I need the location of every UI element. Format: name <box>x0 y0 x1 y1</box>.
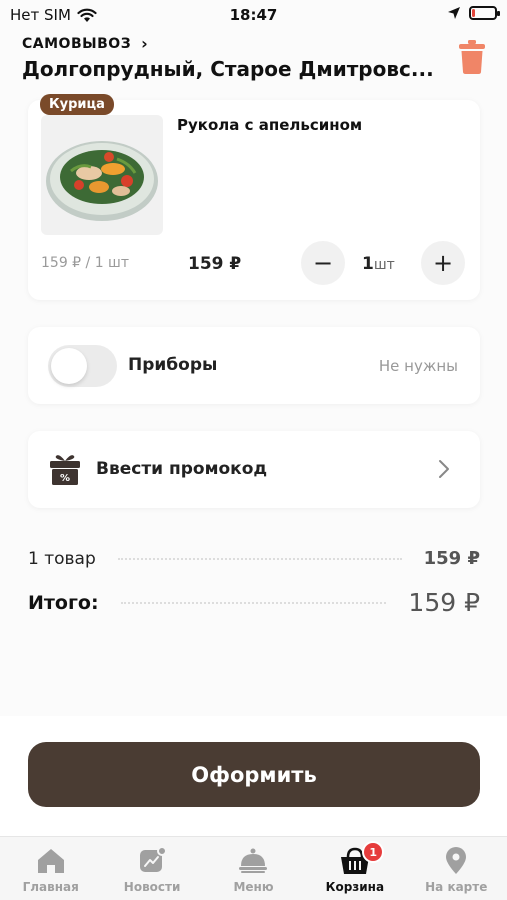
cart-count-badge: 1 <box>362 841 385 863</box>
trash-icon[interactable] <box>459 40 485 74</box>
tab-menu[interactable]: Меню <box>203 837 304 900</box>
checkout-button[interactable]: Оформить <box>28 742 480 807</box>
quantity-increase-button[interactable]: + <box>421 241 465 285</box>
dotted-leader <box>117 557 402 560</box>
tab-home[interactable]: Главная <box>0 837 101 900</box>
cutlery-card: Приборы Не нужны <box>28 327 480 404</box>
toggle-knob <box>51 348 87 384</box>
tab-news[interactable]: Новости <box>101 837 202 900</box>
items-count-label: 1 товар <box>28 548 96 569</box>
news-icon <box>140 847 168 872</box>
quantity-unit: шт <box>373 257 395 273</box>
status-time: 18:47 <box>229 6 278 24</box>
product-image <box>41 115 163 235</box>
tab-cart[interactable]: 1 Корзина <box>304 837 405 900</box>
cutlery-label: Приборы <box>128 355 218 375</box>
pickup-mode-label: САМОВЫВОЗ <box>22 35 132 52</box>
cutlery-toggle[interactable] <box>48 345 117 387</box>
product-title: Рукола с апельсином <box>177 116 363 134</box>
tab-label: Корзина <box>325 880 385 894</box>
chevron-right-icon: › <box>141 34 148 53</box>
svg-text:%: % <box>60 473 70 484</box>
dotted-leader <box>120 601 387 604</box>
total-value: 159 ₽ <box>408 588 480 617</box>
menu-cloche-icon <box>239 848 268 873</box>
pickup-mode-row[interactable]: САМОВЫВОЗ › <box>22 34 442 53</box>
tab-label: Главная <box>22 880 79 894</box>
battery-icon <box>469 6 500 20</box>
items-subtotal: 159 ₽ <box>423 548 480 569</box>
tab-label: Меню <box>233 880 274 894</box>
battery-level <box>472 9 475 17</box>
tab-bar: Главная Новости Меню 1 Корзина На карте <box>0 836 507 900</box>
status-right <box>447 6 500 20</box>
tab-label: На карте <box>425 880 488 894</box>
summary-total-row: Итого: 159 ₽ <box>28 588 480 617</box>
cutlery-value: Не нужны <box>378 357 458 375</box>
quantity-number: 1 <box>362 254 374 274</box>
summary-items-row: 1 товар 159 ₽ <box>28 548 480 569</box>
gift-icon: % <box>50 455 80 485</box>
status-bar: Нет SIM 18:47 <box>0 0 507 32</box>
cart-item-card: Рукола с апельсином 159 ₽ / 1 шт 159 ₽ −… <box>28 100 480 300</box>
pickup-address[interactable]: Долгопрудный, Старое Дмитровс... <box>22 57 442 81</box>
quantity-value: 1шт <box>362 254 395 274</box>
unit-price: 159 ₽ / 1 шт <box>41 255 130 271</box>
chevron-right-icon <box>439 460 449 478</box>
quantity-decrease-button[interactable]: − <box>301 241 345 285</box>
total-label: Итого: <box>28 591 99 614</box>
location-arrow-icon <box>448 7 460 19</box>
tab-map[interactable]: На карте <box>406 837 507 900</box>
pickup-header[interactable]: САМОВЫВОЗ › Долгопрудный, Старое Дмитров… <box>22 34 442 81</box>
home-icon <box>37 849 64 873</box>
map-pin-icon <box>446 847 467 874</box>
category-tag: Курица <box>40 94 114 115</box>
promo-code-label: Ввести промокод <box>96 459 268 479</box>
tab-label: Новости <box>123 880 181 894</box>
line-price: 159 ₽ <box>188 254 242 274</box>
promo-code-row[interactable]: % Ввести промокод <box>28 431 480 508</box>
